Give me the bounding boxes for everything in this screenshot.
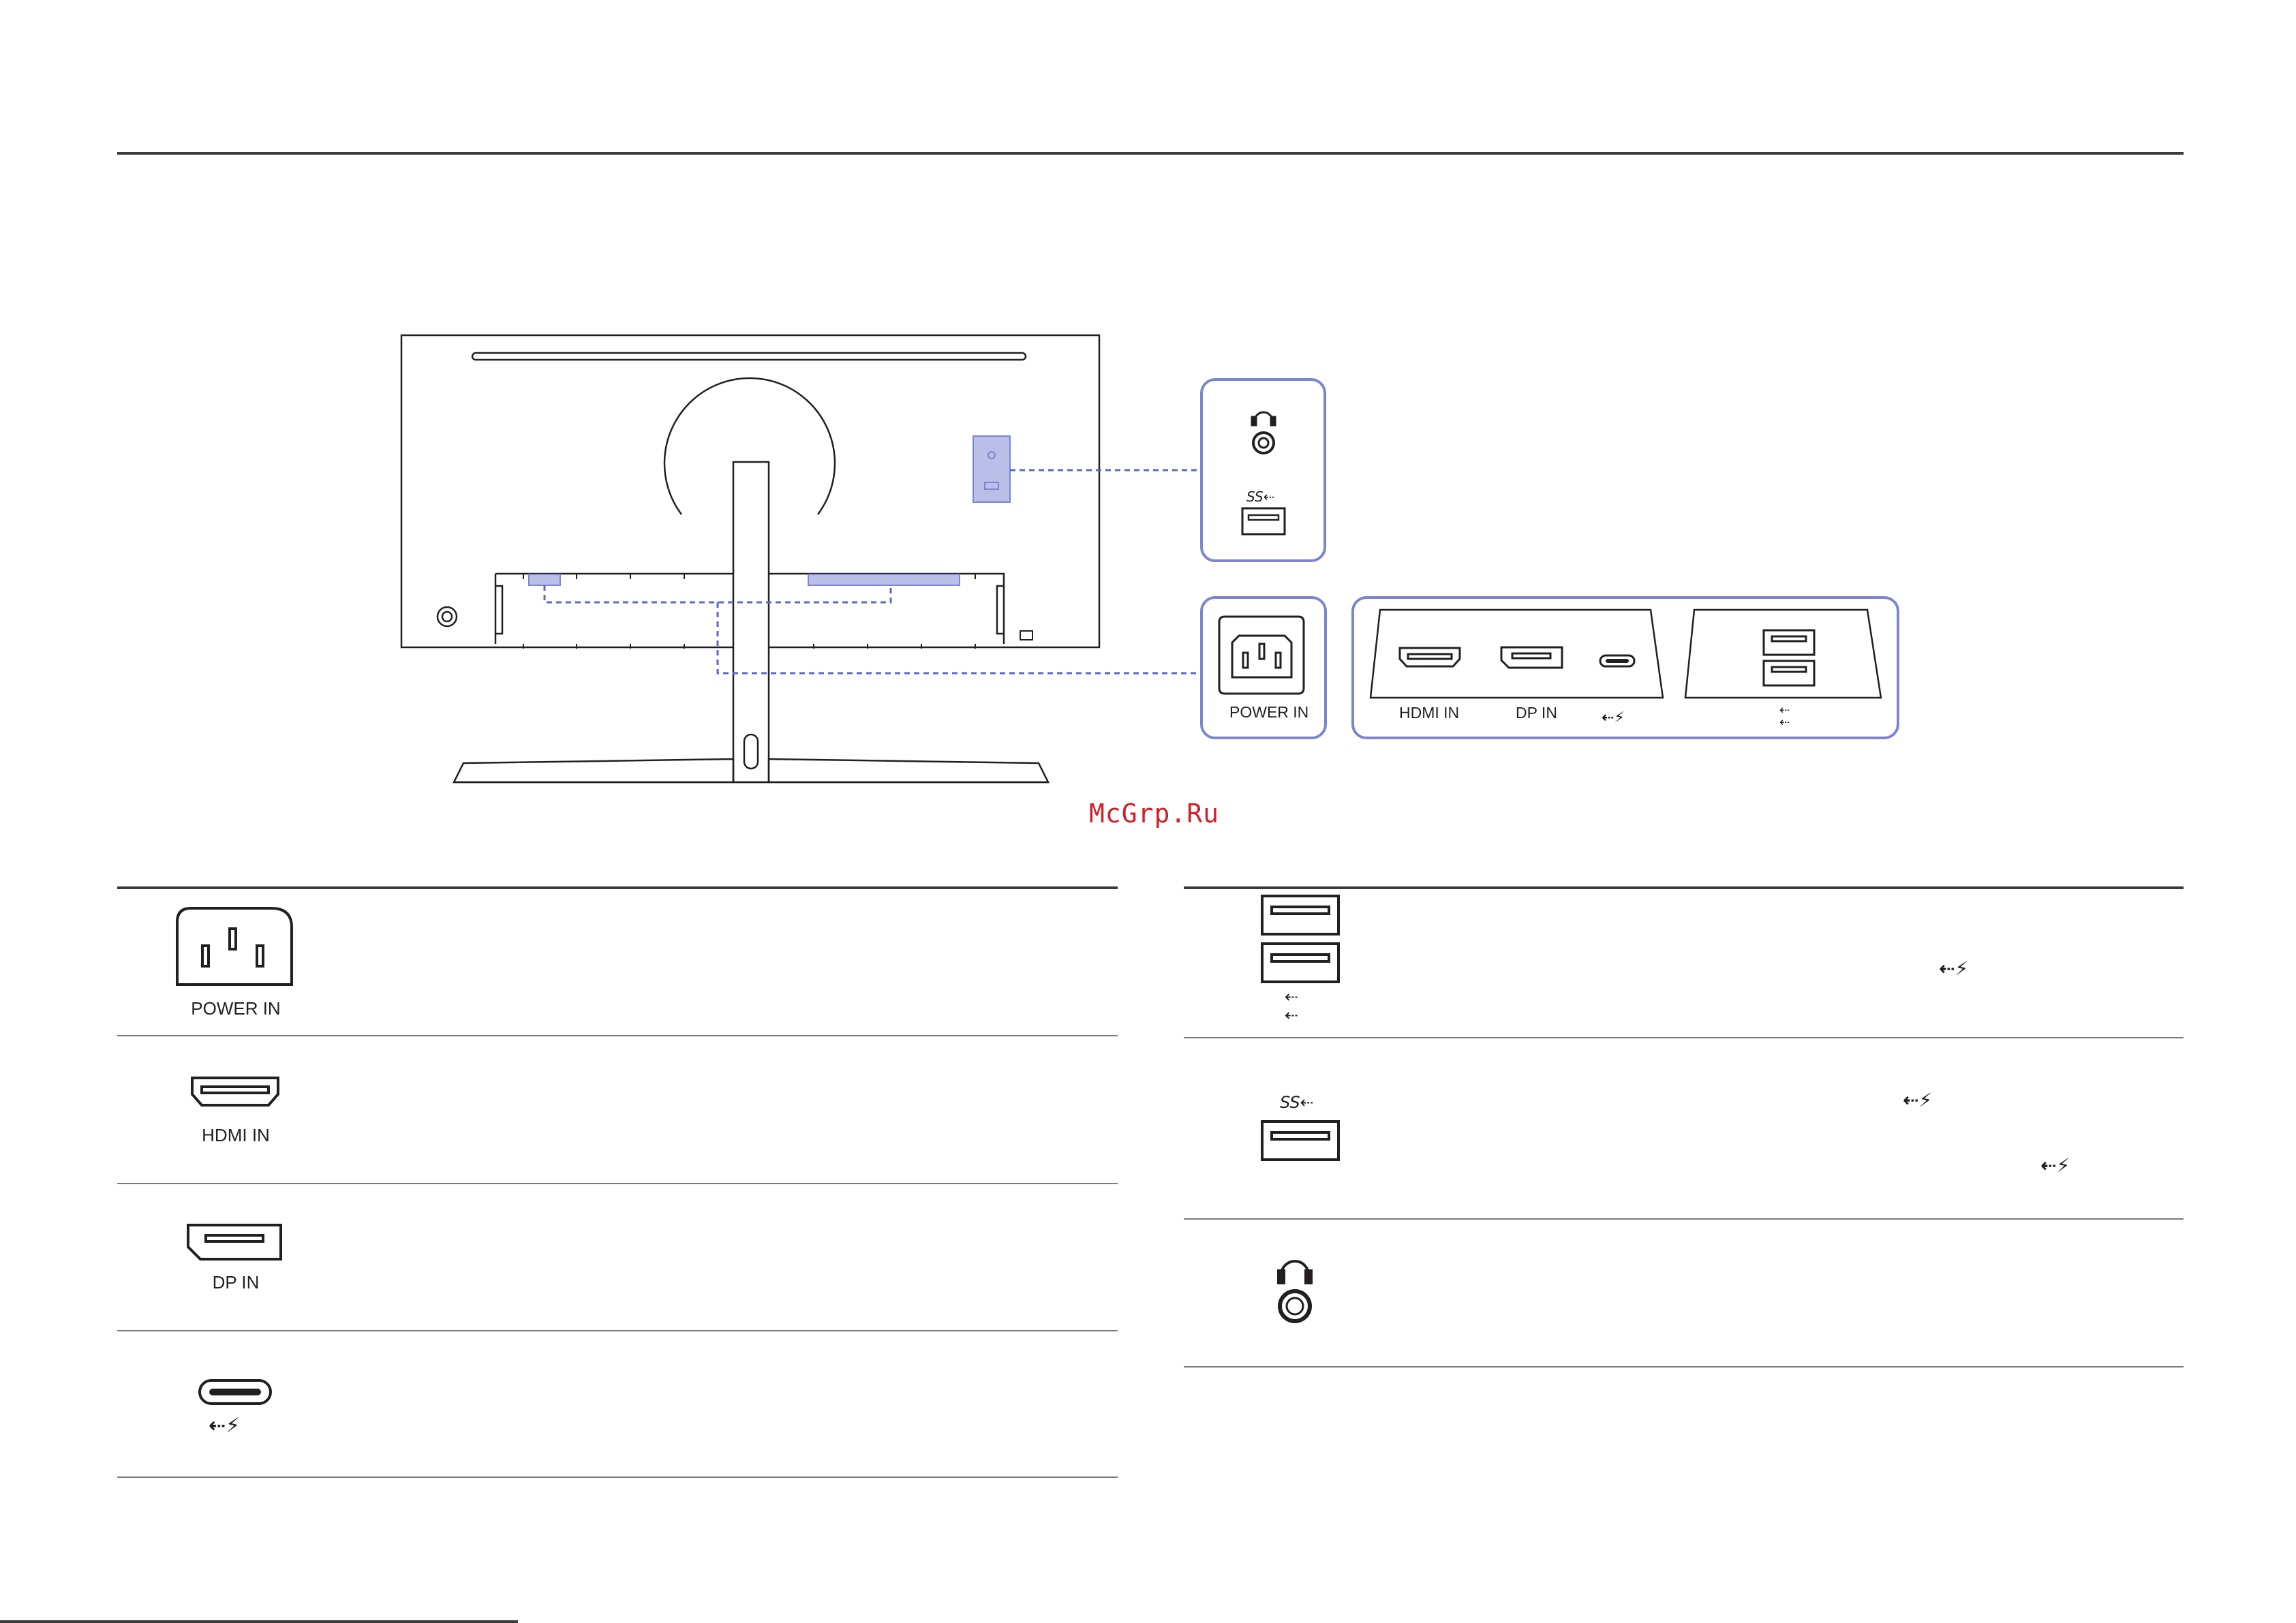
svg-text:⇠⚡: ⇠⚡ (209, 1414, 240, 1438)
rear-port-highlight (808, 574, 960, 586)
power-port-highlight (528, 574, 561, 586)
left-table-top-rule (117, 886, 1118, 889)
svg-text:SS⇠: SS⇠ (1280, 1093, 1314, 1112)
usb-c-pd-icon: ⇠⚡ (2040, 1154, 2070, 1177)
left-row-divider (117, 1330, 1118, 1331)
svg-text:⇠: ⇠ (1779, 715, 1790, 730)
usb-superspeed-icon: SS⇠ (1261, 1093, 1340, 1161)
hdmi-in-label: HDMI IN (202, 1125, 270, 1145)
right-row-divider (1184, 1037, 2184, 1038)
power-in-label: POWER IN (191, 998, 281, 1019)
right-row-divider (1184, 1366, 2184, 1367)
svg-text:⇠: ⇠ (1285, 1006, 1298, 1025)
callout-dp-label: DP IN (1516, 704, 1557, 722)
hdmi-port-icon (191, 1077, 279, 1107)
left-row-divider (117, 1477, 1118, 1478)
callout-usb-ss-icon: SS⇠ (1246, 489, 1274, 505)
footer-rule (0, 1620, 518, 1623)
usb-c-pd-icon: ⇠⚡ (1903, 1089, 1932, 1111)
monitor-back-diagram: SS⇠ ⇠⚡ ⇠ ⇠ (400, 334, 1899, 784)
svg-text:⇠⚡: ⇠⚡ (2040, 1154, 2070, 1177)
monitor-body (400, 334, 1101, 784)
usb-c-pd-icon: ⇠⚡ (209, 1414, 240, 1438)
side-port-highlight (973, 435, 1011, 503)
callout-hdmi-label: HDMI IN (1399, 704, 1460, 722)
callout-usb-c-pd-icon: ⇠⚡ (1602, 709, 1625, 726)
svg-text:⇠⚡: ⇠⚡ (1903, 1089, 1932, 1111)
svg-text:⇠: ⇠ (1285, 987, 1298, 1006)
right-row-divider (1184, 1218, 2184, 1220)
svg-text:⇠⚡: ⇠⚡ (1939, 957, 1968, 980)
displayport-icon (187, 1224, 282, 1261)
watermark: McGrp.Ru (1089, 799, 1220, 829)
dp-in-label: DP IN (212, 1272, 260, 1293)
left-row-divider (117, 1035, 1118, 1036)
left-row-divider (117, 1183, 1118, 1184)
usb-c-port-icon (198, 1379, 272, 1405)
headphone-icon (1277, 1260, 1313, 1323)
callout-power-label: POWER IN (1229, 703, 1309, 721)
power-socket-icon (176, 907, 293, 986)
right-table-top-rule (1184, 886, 2184, 889)
usb-c-pd-icon: ⇠⚡ (1939, 957, 1968, 980)
usb-a-hub-icon: ⇠ ⇠ (1261, 895, 1340, 1025)
